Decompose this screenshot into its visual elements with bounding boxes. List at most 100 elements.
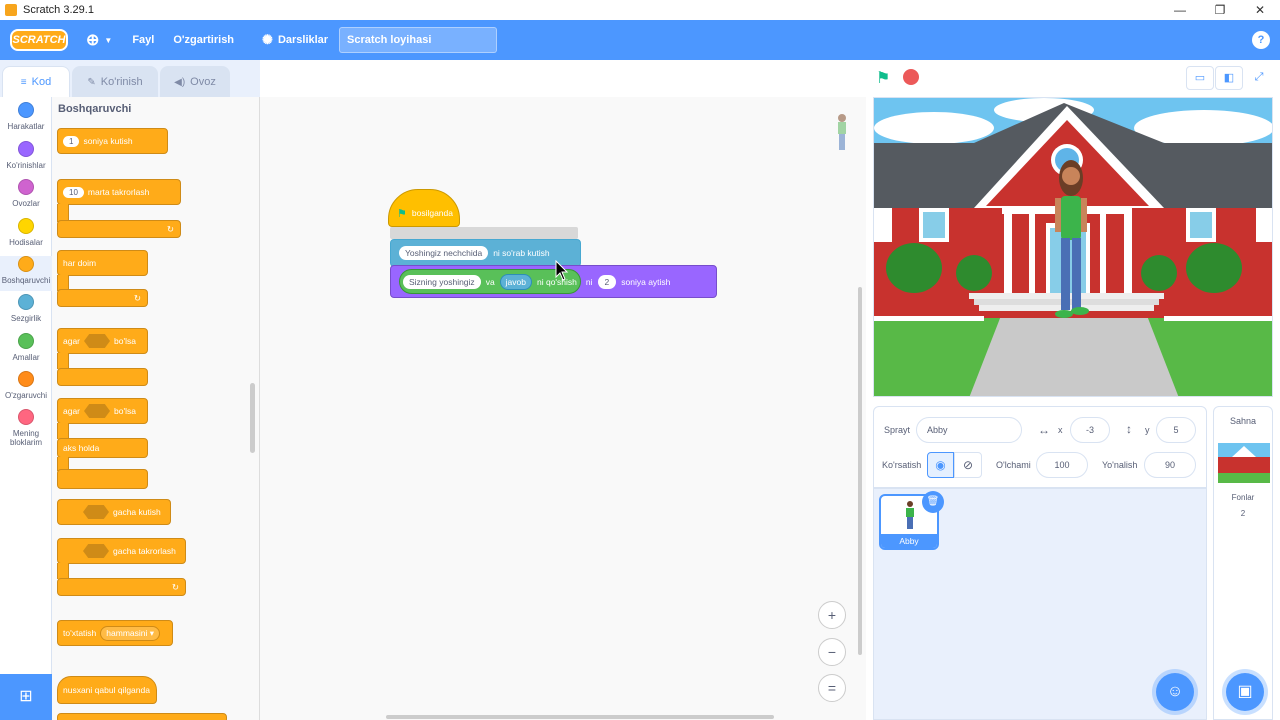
choose-backdrop-button[interactable]: ▣ [1226,673,1264,711]
zoom-out-button[interactable]: − [818,638,846,666]
chevron-down-icon: ▼ [104,35,113,45]
say-for-secs-block[interactable]: Sizning yoshingiz va javob ni qo'shish n… [390,265,717,298]
repeat-input[interactable]: 10 [63,186,84,198]
wait-until-block[interactable]: gacha kutish [57,499,171,525]
fullscreen-button[interactable]: ⤢ [1245,66,1273,90]
category-variables[interactable]: O'zgaruvchi [0,371,52,400]
wait-label: soniya kutish [83,136,133,146]
tab-code[interactable]: ≡ Kod [2,66,70,97]
language-menu[interactable]: ⊕ ▼ [86,30,112,50]
tab-costumes[interactable]: ✎ Ko'rinish [72,66,158,97]
ask-and-wait-block[interactable]: Yoshingiz nechchida ni so'rab kutish [390,239,581,267]
stop-dropdown[interactable]: hammasini ▾ [100,625,161,641]
zoom-reset-button[interactable]: = [818,674,846,702]
tutorials-label: Darsliklar [277,34,329,46]
category-motion[interactable]: Harakatlar [0,102,52,131]
clone-start-label: nusxani qabul qilganda [63,685,150,695]
join-and-label: va [485,276,495,287]
if-arm [57,353,69,369]
tab-sounds[interactable]: ◀) Ovoz [160,66,230,97]
direction-input[interactable]: 90 [1144,452,1196,478]
sprite-name-input[interactable]: Abby [916,417,1022,443]
condition-slot[interactable] [83,505,109,519]
y-input[interactable]: 5 [1156,417,1196,443]
control-dot-icon [18,256,34,272]
condition-slot[interactable] [84,404,111,418]
category-control[interactable]: Boshqaruvchi [0,256,52,291]
wait-input[interactable]: 1 [63,135,80,147]
repeat-until-foot: ↻ [57,578,186,596]
category-myblocks[interactable]: Mening bloklarim [0,409,52,447]
sprite-name-label: Sprayt [884,425,911,435]
zoom-in-button[interactable]: + [818,601,846,629]
if-else-arm [57,423,69,439]
stage-thumbnail [1218,443,1270,483]
clone-start-hat-block[interactable]: nusxani qabul qilganda [57,676,157,704]
file-menu[interactable]: Fayl [132,34,154,46]
zoom-out-icon: − [827,644,837,660]
close-button[interactable]: ✕ [1240,0,1280,20]
category-sensing[interactable]: Sezgirlik [0,294,52,323]
workspace-horizontal-scrollbar[interactable] [386,715,774,719]
condition-slot[interactable] [83,544,109,558]
large-stage-button[interactable]: ◧ [1215,66,1243,90]
edit-menu[interactable]: O'zgartirish [173,34,234,46]
zoom-in-icon: + [827,607,837,623]
sprite-tile-name: Abby [881,534,937,548]
join-input-1[interactable]: Sizning yoshingiz [403,274,481,289]
join-reporter[interactable]: Sizning yoshingiz va javob ni qo'shish [399,269,581,294]
operators-dot-icon [18,333,34,349]
if-else-block[interactable]: agar bo'lsa [57,398,148,424]
stop-button[interactable] [903,69,919,85]
category-sound[interactable]: Ovozlar [0,179,52,208]
condition-slot[interactable] [84,334,111,348]
small-stage-button[interactable]: ▭ [1186,66,1214,90]
tutorials-menu[interactable]: ✺ Darsliklar [262,32,328,48]
category-label: Ko'rinishlar [6,161,46,170]
sprite-ghost-icon [838,114,846,150]
code-icon: ≡ [20,76,27,88]
repeat-block[interactable]: 10 marta takrorlash [57,179,181,205]
x-input[interactable]: -3 [1070,417,1110,443]
block-palette: Boshqaruvchi 1 soniya kutish 10 marta ta… [52,97,260,720]
script-workspace[interactable] [260,97,866,720]
minimize-button[interactable]: — [1160,0,1200,20]
wait-block[interactable]: 1 soniya kutish [57,128,168,154]
say-ni-label: ni [585,276,593,287]
trash-icon: 🗑 [926,496,940,507]
tab-code-label: Kod [31,76,52,88]
scratch-logo[interactable]: SCRATCH [10,29,68,51]
size-input[interactable]: 100 [1036,452,1088,478]
category-menu: Harakatlar Ko'rinishlar Ovozlar Hodisala… [0,97,52,720]
hide-sprite-button[interactable]: ⊘ [954,452,982,478]
direction-label: Yo'nalish [1102,460,1138,470]
else-label: aks holda [63,443,100,453]
green-flag-button[interactable]: ⚑ [876,68,894,87]
category-events[interactable]: Hodisalar [0,218,52,247]
choose-sprite-button[interactable]: ☺ [1156,673,1194,711]
maximize-button[interactable]: ❐ [1200,0,1240,20]
stop-block[interactable]: to'xtatish hammasini ▾ [57,620,173,646]
add-extension-button[interactable]: ⊞ [0,674,52,720]
forever-block[interactable]: har doim [57,250,148,276]
image-plus-icon: ▣ [1237,683,1253,700]
say-secs-input[interactable]: 2 [597,274,617,289]
category-operators[interactable]: Amallar [0,333,52,362]
palette-scrollbar[interactable] [250,383,255,453]
say-label: soniya aytish [621,276,671,287]
lightbulb-icon: ✺ [262,32,273,47]
category-looks[interactable]: Ko'rinishlar [0,141,52,170]
loop-arrow-icon: ↻ [171,581,179,592]
stage-canvas[interactable] [873,97,1273,397]
help-icon[interactable]: ? [1252,31,1270,49]
repeat-until-block[interactable]: gacha takrorlash [57,538,186,564]
ask-input[interactable]: Yoshingiz nechchida [399,246,489,260]
show-sprite-button[interactable]: ◉ [927,452,954,478]
project-title-input[interactable]: Scratch loyihasi [339,27,497,53]
if-else-foot [57,469,148,489]
workspace-vertical-scrollbar[interactable] [858,287,862,655]
answer-reporter[interactable]: javob [499,273,532,290]
if-block[interactable]: agar bo'lsa [57,328,148,354]
loop-arrow-icon: ↻ [133,292,141,303]
delete-sprite-button[interactable]: 🗑 [922,491,944,513]
